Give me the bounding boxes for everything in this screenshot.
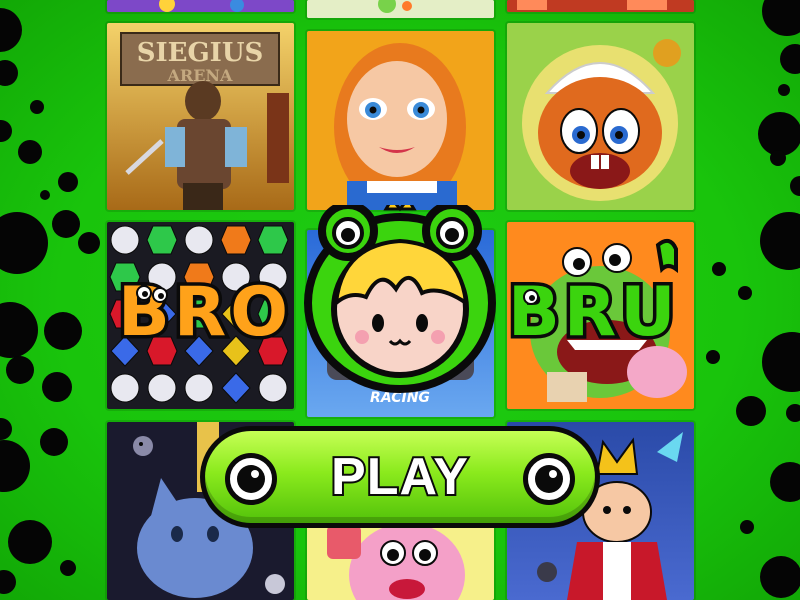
logo-word-bro: BRO bbox=[118, 273, 292, 352]
partial-thumbnail-top-left[interactable] bbox=[107, 0, 294, 12]
logo-word-left: BRO bbox=[115, 270, 292, 356]
sieglus-title: SIEGIUS bbox=[137, 38, 264, 68]
bro-bru-logo: BRO BRU bbox=[110, 196, 690, 405]
partial-thumbnail-top-middle[interactable] bbox=[307, 0, 494, 18]
logo-word-right: BRU bbox=[505, 238, 679, 356]
sieglus-arena-thumbnail[interactable]: SIEGIUS ARENA bbox=[107, 23, 294, 210]
play-button-face[interactable]: PLAY bbox=[205, 431, 595, 523]
logo-artwork: BRO BRU bbox=[115, 196, 679, 393]
play-button[interactable]: PLAY bbox=[200, 426, 600, 528]
frog-hat-kid-icon bbox=[304, 196, 496, 393]
squirrel-maid-thumbnail[interactable] bbox=[507, 23, 694, 210]
partial-thumbnail-top-right[interactable] bbox=[507, 0, 694, 12]
redhead-girl-thumbnail[interactable] bbox=[307, 31, 494, 210]
logo-word-bru: BRU bbox=[508, 273, 679, 352]
eye-right-icon bbox=[523, 453, 575, 505]
